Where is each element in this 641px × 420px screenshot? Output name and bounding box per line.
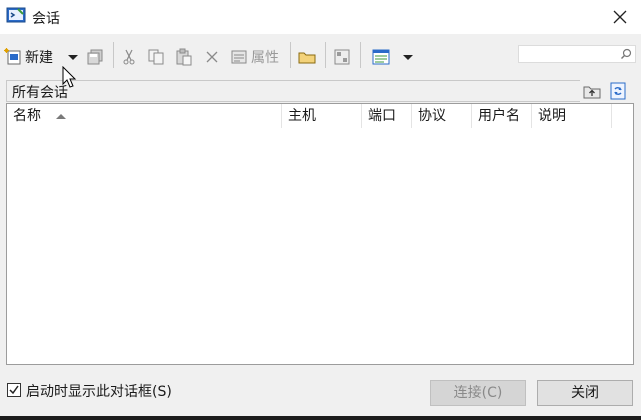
column-header-label: 主机 bbox=[288, 108, 316, 124]
show-on-startup-checkbox[interactable] bbox=[7, 383, 21, 397]
session-list[interactable]: 名称 主机 端口 协议 用户名 说明 bbox=[6, 103, 634, 365]
new-dropdown-button[interactable] bbox=[67, 46, 79, 68]
chevron-down-icon bbox=[67, 48, 79, 66]
delete-icon bbox=[203, 48, 221, 66]
window-bottom-edge bbox=[0, 416, 641, 420]
toolbar-separator bbox=[325, 42, 326, 68]
folder-icon bbox=[298, 48, 316, 66]
up-folder-button[interactable] bbox=[582, 81, 602, 101]
close-icon[interactable] bbox=[609, 6, 631, 28]
window-title: 会话 bbox=[32, 11, 60, 27]
save-icon bbox=[86, 48, 104, 66]
breadcrumb-label: 所有会话 bbox=[12, 85, 68, 101]
delete-button[interactable] bbox=[203, 46, 221, 68]
checkmark-icon bbox=[8, 384, 20, 400]
connect-button[interactable]: 连接(C) bbox=[430, 380, 526, 406]
column-header-host[interactable]: 主机 bbox=[282, 104, 362, 128]
close-button[interactable]: 关闭 bbox=[537, 380, 633, 406]
column-header-name[interactable]: 名称 bbox=[7, 104, 282, 128]
new-session-icon bbox=[4, 48, 22, 66]
cut-icon bbox=[120, 48, 138, 66]
paste-button[interactable] bbox=[175, 46, 193, 68]
show-on-startup-label[interactable]: 启动时显示此对话框(S) bbox=[26, 381, 172, 401]
breadcrumb: 所有会话 bbox=[6, 80, 580, 102]
properties-button-label: 属性 bbox=[251, 50, 279, 66]
properties-button[interactable]: 属性 bbox=[230, 46, 279, 68]
column-header-label: 名称 bbox=[13, 108, 41, 124]
column-header-label: 协议 bbox=[418, 108, 446, 124]
cut-button[interactable] bbox=[120, 46, 138, 68]
mouse-cursor-icon bbox=[62, 65, 78, 94]
column-header-description[interactable]: 说明 bbox=[532, 104, 612, 128]
copy-icon bbox=[147, 48, 165, 66]
new-button[interactable]: 新建 bbox=[4, 46, 53, 68]
search-icon[interactable] bbox=[620, 48, 632, 64]
column-header-port[interactable]: 端口 bbox=[362, 104, 412, 128]
paste-icon bbox=[175, 48, 193, 66]
search-input[interactable] bbox=[521, 46, 617, 62]
chevron-down-icon bbox=[402, 48, 414, 66]
toolbar-separator bbox=[360, 42, 361, 68]
view-dropdown-button[interactable] bbox=[402, 46, 414, 68]
search-box bbox=[518, 45, 636, 63]
new-button-label: 新建 bbox=[25, 50, 53, 66]
column-header-label: 端口 bbox=[368, 108, 396, 124]
view-icon bbox=[372, 48, 390, 66]
toolbar-separator bbox=[113, 42, 114, 68]
shortcut-icon bbox=[333, 48, 351, 66]
column-header-protocol[interactable]: 协议 bbox=[412, 104, 472, 128]
shortcut-button[interactable] bbox=[333, 46, 351, 68]
toolbar-separator bbox=[290, 42, 291, 68]
sort-ascending-icon bbox=[56, 114, 66, 119]
terminal-app-icon bbox=[6, 7, 26, 25]
column-header-label: 用户名 bbox=[478, 108, 520, 124]
copy-button[interactable] bbox=[147, 46, 165, 68]
view-button[interactable] bbox=[372, 46, 390, 68]
column-header-username[interactable]: 用户名 bbox=[472, 104, 532, 128]
new-folder-button[interactable] bbox=[298, 46, 316, 68]
title-bar: 会话 bbox=[0, 0, 641, 34]
save-button[interactable] bbox=[86, 46, 104, 68]
refresh-button[interactable] bbox=[608, 81, 628, 101]
properties-icon bbox=[230, 48, 248, 66]
column-header-label: 说明 bbox=[538, 108, 566, 124]
